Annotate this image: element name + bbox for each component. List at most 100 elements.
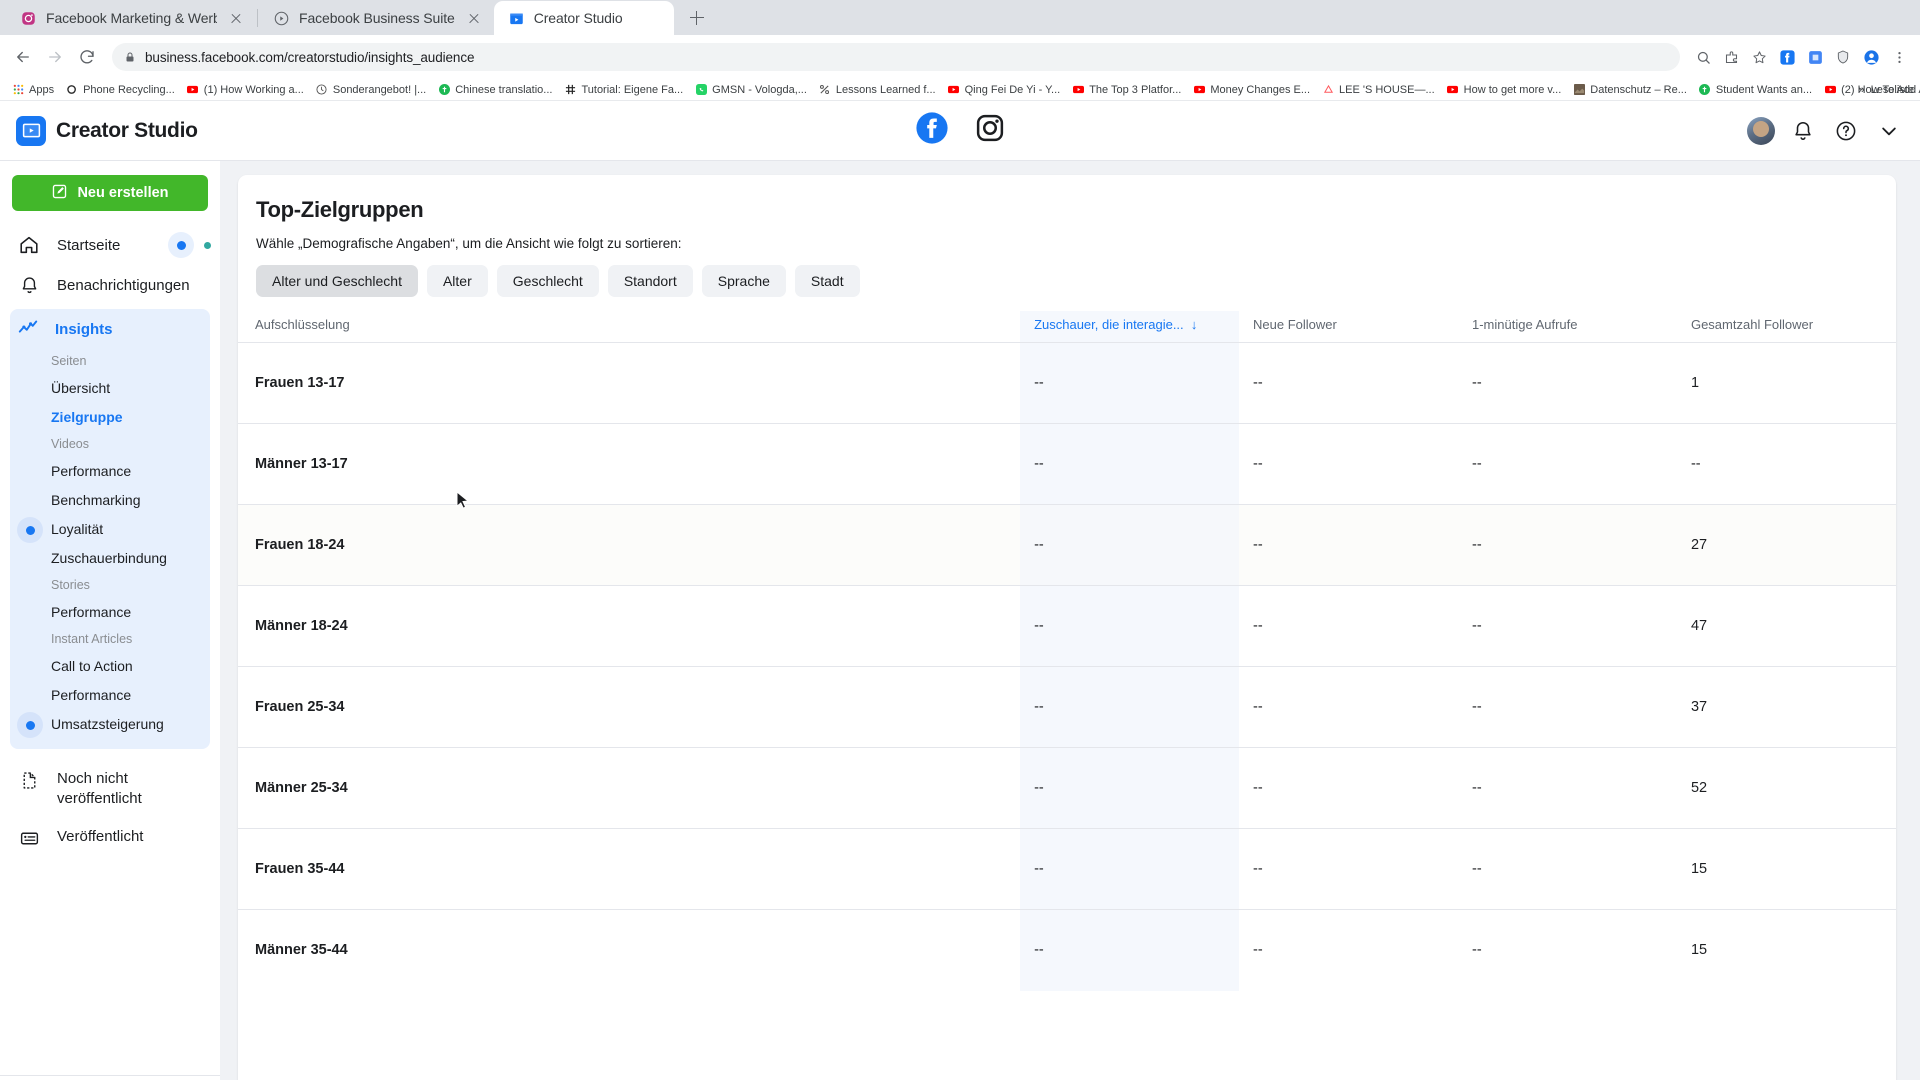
- cell-engaged: --: [1020, 585, 1240, 667]
- close-icon[interactable]: [226, 8, 246, 28]
- browser-tab[interactable]: Facebook Business Suite: [259, 1, 494, 35]
- address-bar[interactable]: business.facebook.com/creatorstudio/insi…: [112, 43, 1680, 71]
- sidebar-item-veroeffentlicht[interactable]: Veröffentlicht: [0, 819, 220, 849]
- browser-tab[interactable]: Facebook Marketing & Werbea: [6, 1, 256, 35]
- table-row[interactable]: Männer 25-34 -- -- -- 52: [238, 747, 1896, 829]
- bookmark-item[interactable]: Student Wants an...: [1693, 80, 1818, 100]
- bookmark-star-icon[interactable]: [1746, 44, 1772, 70]
- tab-divider: [257, 8, 258, 27]
- sidebar-section-insights: Insights Seiten Übersicht Zielgruppe Vid…: [10, 309, 210, 749]
- column-label: 1-minütige Aufrufe: [1472, 317, 1578, 332]
- sidebar-item-label: Zuschauerbindung: [51, 550, 167, 566]
- shield-extension-icon[interactable]: [1830, 44, 1856, 70]
- reading-list-button[interactable]: Leseliste: [1871, 84, 1914, 96]
- column-header-engaged-viewers[interactable]: Zuschauer, die interagie... ↓: [1020, 311, 1240, 343]
- hash-icon: [564, 84, 576, 96]
- column-header-aufschluesselung[interactable]: Aufschlüsselung: [238, 311, 1020, 343]
- status-dot-badge: [168, 232, 194, 258]
- tab-alter-und-geschlecht[interactable]: Alter und Geschlecht: [256, 265, 418, 297]
- bookmark-label: (1) How Working a...: [203, 83, 304, 96]
- bookmark-item[interactable]: Apps: [6, 80, 60, 100]
- back-icon[interactable]: [8, 42, 38, 72]
- facebook-icon[interactable]: [915, 111, 949, 150]
- table-row[interactable]: Männer 13-17 -- -- -- --: [238, 423, 1896, 505]
- reload-icon[interactable]: [72, 42, 102, 72]
- cell-total-followers: 15: [1676, 828, 1896, 910]
- avatar[interactable]: [1747, 116, 1775, 145]
- close-icon[interactable]: [464, 8, 484, 28]
- tab-standort[interactable]: Standort: [607, 265, 693, 297]
- cell-one-min-views: --: [1458, 585, 1677, 667]
- sidebar-item-umsatzsteigerung[interactable]: Umsatzsteigerung: [10, 710, 210, 739]
- instagram-icon[interactable]: [975, 113, 1005, 148]
- sidebar-item-noch-nicht-veroeffentlicht[interactable]: Noch nicht veröffentlicht: [0, 761, 220, 809]
- table-row[interactable]: Männer 18-24 -- -- -- 47: [238, 585, 1896, 667]
- table-row[interactable]: Frauen 35-44 -- -- -- 15: [238, 828, 1896, 910]
- bookmark-item[interactable]: Sonderangebot! |...: [310, 80, 432, 100]
- tab-alter[interactable]: Alter: [426, 265, 488, 297]
- bookmark-label: Lessons Learned f...: [835, 83, 936, 96]
- bookmark-item[interactable]: Phone Recycling...: [60, 80, 181, 100]
- sidebar-item-stories-performance[interactable]: Performance: [10, 598, 210, 627]
- tab-sprache[interactable]: Sprache: [701, 265, 786, 297]
- sidebar-item-loyalitaet[interactable]: Loyalität: [10, 515, 210, 544]
- bookmark-item[interactable]: Chinese translatio...: [432, 80, 558, 100]
- app-logo-group[interactable]: Creator Studio: [16, 115, 198, 146]
- sidebar-item-uebersicht[interactable]: Übersicht: [10, 374, 210, 403]
- profile-icon[interactable]: [1858, 44, 1884, 70]
- bookmark-label: Tutorial: Eigene Fa...: [581, 83, 684, 96]
- sidebar-item-call-to-action[interactable]: Call to Action: [10, 652, 210, 681]
- tab-label: Alter: [442, 273, 472, 289]
- green-circle-icon: [1699, 84, 1711, 96]
- forward-icon[interactable]: [40, 42, 70, 72]
- column-header-total-followers[interactable]: Gesamtzahl Follower: [1677, 311, 1896, 343]
- puzzle-extension-icon[interactable]: [1802, 44, 1828, 70]
- browser-tab-active[interactable]: Creator Studio: [493, 1, 674, 35]
- facebook-extension-icon[interactable]: [1774, 44, 1800, 70]
- chevron-down-icon[interactable]: [1874, 116, 1904, 146]
- browser-menu-icon[interactable]: [1886, 44, 1912, 70]
- create-new-button[interactable]: Neu erstellen: [12, 175, 208, 211]
- sidebar-item-startseite[interactable]: Startseite: [0, 225, 220, 265]
- table-row[interactable]: Frauen 13-17 -- -- -- 1: [238, 342, 1896, 424]
- bookmark-item[interactable]: (1) How Working a...: [181, 80, 310, 100]
- search-icon[interactable]: [1690, 44, 1716, 70]
- bookmark-item[interactable]: The Top 3 Platfor...: [1066, 80, 1187, 100]
- column-header-new-followers[interactable]: Neue Follower: [1239, 311, 1458, 343]
- sidebar-item-ia-performance[interactable]: Performance: [10, 681, 210, 710]
- sidebar-item-zuschauerbindung[interactable]: Zuschauerbindung: [10, 544, 210, 573]
- table-row[interactable]: Frauen 18-24 -- -- -- 27: [238, 504, 1896, 586]
- sidebar-item-videos-performance[interactable]: Performance: [10, 457, 210, 486]
- bookmark-item[interactable]: How to get more v...: [1441, 80, 1568, 100]
- help-circle-icon[interactable]: [1831, 116, 1861, 146]
- bookmark-item[interactable]: LEE 'S HOUSE—...: [1316, 80, 1441, 100]
- extensions-icon[interactable]: [1718, 44, 1744, 70]
- bookmark-item[interactable]: GMSN - Vologda,...: [689, 80, 813, 100]
- new-tab-button[interactable]: [682, 3, 712, 33]
- bookmarks-overflow-button[interactable]: »: [1858, 84, 1864, 96]
- bookmark-item[interactable]: Tutorial: Eigene Fa...: [558, 80, 689, 100]
- column-header-one-minute-views[interactable]: 1-minütige Aufrufe: [1458, 311, 1677, 343]
- table-row[interactable]: Frauen 25-34 -- -- -- 37: [238, 666, 1896, 748]
- tab-geschlecht[interactable]: Geschlecht: [496, 265, 599, 297]
- apps-grid-icon: [12, 84, 24, 96]
- sidebar-item-insights[interactable]: Insights: [10, 309, 210, 349]
- bookmark-item[interactable]: Qing Fei De Yi - Y...: [942, 80, 1067, 100]
- percent-icon: [819, 84, 831, 96]
- sidebar-item-benachrichtigungen[interactable]: Benachrichtigungen: [0, 265, 220, 305]
- bookmark-item[interactable]: Money Changes E...: [1187, 80, 1316, 100]
- table-row[interactable]: Männer 35-44 -- -- -- 15: [238, 909, 1896, 991]
- tab-stadt[interactable]: Stadt: [794, 265, 860, 297]
- cell-engaged: --: [1020, 423, 1240, 505]
- cell-new-followers: --: [1239, 342, 1458, 424]
- youtube-icon: [948, 84, 960, 96]
- sidebar-item-benchmarking[interactable]: Benchmarking: [10, 486, 210, 515]
- cell-total-followers: 15: [1676, 909, 1896, 991]
- table-header: Aufschlüsselung Zuschauer, die interagie…: [238, 311, 1896, 343]
- bookmark-item[interactable]: Datenschutz – Re...: [1567, 80, 1693, 100]
- cell-breakdown: Frauen 18-24: [238, 504, 1021, 586]
- top-audiences-card: Top-Zielgruppen Wähle „Demografische Ang…: [238, 175, 1896, 1080]
- bookmark-item[interactable]: Lessons Learned f...: [813, 80, 942, 100]
- bell-icon[interactable]: [1788, 116, 1818, 146]
- sidebar-item-zielgruppe[interactable]: Zielgruppe: [10, 403, 210, 432]
